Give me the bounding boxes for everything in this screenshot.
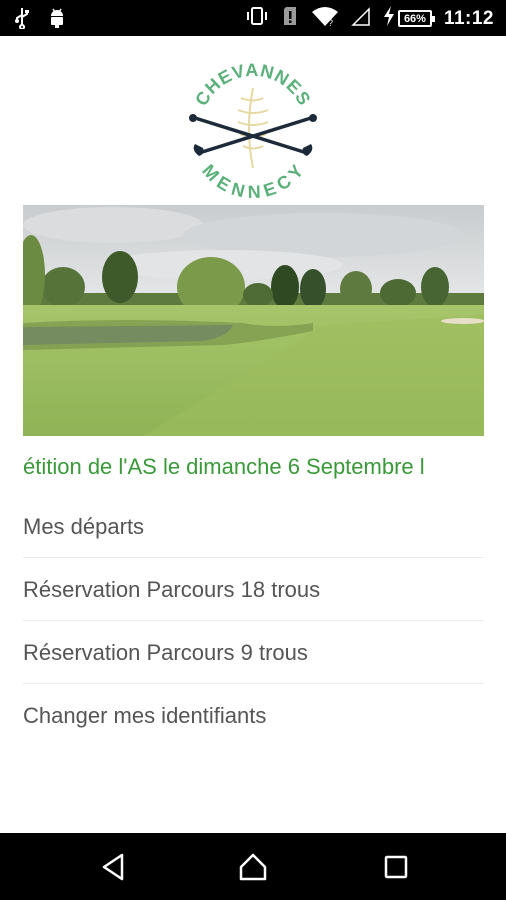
svg-text:?: ? bbox=[328, 18, 333, 27]
android-debug-icon bbox=[48, 7, 66, 34]
navigation-bar bbox=[0, 833, 506, 900]
home-icon[interactable] bbox=[237, 851, 269, 883]
recents-icon[interactable] bbox=[380, 851, 412, 883]
golf-course-photo bbox=[23, 205, 484, 436]
menu-item-mes-departs[interactable]: Mes départs bbox=[23, 495, 484, 558]
sim-alert-icon bbox=[281, 5, 299, 32]
vibrate-icon bbox=[245, 5, 269, 32]
menu-item-reservation-18-trous[interactable]: Réservation Parcours 18 trous bbox=[23, 558, 484, 621]
signal-icon bbox=[351, 5, 371, 32]
main-menu: Mes départs Réservation Parcours 18 trou… bbox=[23, 495, 484, 747]
status-bar: ? 66% 11:12 bbox=[0, 0, 506, 36]
news-marquee[interactable]: étition de l'AS le dimanche 6 Septembre … bbox=[23, 450, 484, 484]
battery-indicator: 66% bbox=[397, 10, 435, 27]
club-logo: CHEVANNES MENNECY bbox=[183, 58, 323, 202]
usb-icon bbox=[14, 7, 30, 34]
logo-top-text: CHEVANNES bbox=[191, 60, 314, 109]
svg-text:CHEVANNES: CHEVANNES bbox=[191, 60, 315, 109]
menu-item-reservation-9-trous[interactable]: Réservation Parcours 9 trous bbox=[23, 621, 484, 684]
wifi-icon: ? bbox=[311, 5, 339, 32]
back-icon[interactable] bbox=[98, 851, 130, 883]
menu-item-changer-identifiants[interactable]: Changer mes identifiants bbox=[23, 684, 484, 747]
clock: 11:12 bbox=[443, 7, 494, 29]
charging-icon bbox=[383, 5, 395, 32]
